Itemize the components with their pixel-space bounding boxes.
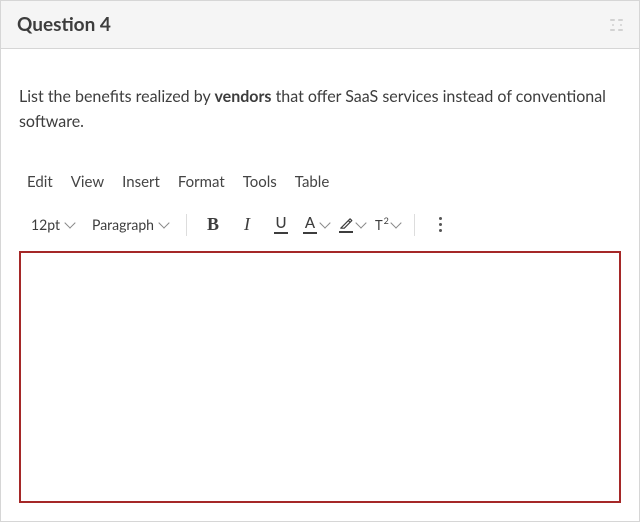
editor-menubar: Edit View Insert Format Tools Table bbox=[19, 173, 621, 205]
font-size-dropdown[interactable]: 12pt bbox=[25, 212, 80, 237]
italic-icon: I bbox=[244, 214, 250, 235]
chevron-down-icon bbox=[158, 217, 169, 228]
question-title: Question 4 bbox=[17, 13, 111, 36]
card-header: Question 4 bbox=[1, 1, 639, 49]
menu-tools[interactable]: Tools bbox=[243, 173, 277, 191]
bold-icon: B bbox=[207, 214, 219, 235]
italic-button[interactable]: I bbox=[233, 211, 261, 239]
drag-handle-icon[interactable] bbox=[610, 19, 623, 31]
font-size-label: 12pt bbox=[31, 216, 60, 233]
question-prompt: List the benefits realized by vendors th… bbox=[19, 85, 621, 135]
menu-insert[interactable]: Insert bbox=[122, 173, 160, 191]
chevron-down-icon bbox=[390, 217, 401, 228]
more-options-button[interactable] bbox=[427, 211, 455, 239]
menu-format[interactable]: Format bbox=[178, 173, 225, 191]
highlight-icon bbox=[339, 217, 353, 233]
underline-button[interactable]: U bbox=[267, 211, 295, 239]
answer-editor[interactable] bbox=[19, 251, 621, 503]
prompt-text-pre: List the benefits realized by bbox=[19, 87, 214, 106]
chevron-down-icon bbox=[355, 217, 366, 228]
text-color-icon: A bbox=[303, 216, 317, 234]
toolbar-divider bbox=[186, 214, 187, 236]
block-format-dropdown[interactable]: Paragraph bbox=[86, 212, 174, 237]
block-format-label: Paragraph bbox=[92, 216, 154, 233]
underline-icon: U bbox=[274, 216, 288, 234]
editor-toolbar: 12pt Paragraph B I U bbox=[19, 205, 621, 245]
question-card: Question 4 List the benefits realized by… bbox=[0, 0, 640, 522]
superscript-button[interactable]: T2 bbox=[373, 211, 402, 239]
highlight-color-button[interactable] bbox=[337, 211, 367, 239]
chevron-down-icon bbox=[319, 217, 330, 228]
chevron-down-icon bbox=[64, 217, 75, 228]
menu-view[interactable]: View bbox=[71, 173, 104, 191]
prompt-text-bold: vendors bbox=[214, 87, 271, 106]
superscript-icon: T2 bbox=[375, 217, 388, 233]
menu-edit[interactable]: Edit bbox=[27, 173, 53, 191]
text-color-button[interactable]: A bbox=[301, 211, 331, 239]
menu-table[interactable]: Table bbox=[295, 173, 329, 191]
card-body: List the benefits realized by vendors th… bbox=[1, 49, 639, 521]
toolbar-divider bbox=[414, 214, 415, 236]
bold-button[interactable]: B bbox=[199, 211, 227, 239]
kebab-icon bbox=[439, 217, 442, 232]
